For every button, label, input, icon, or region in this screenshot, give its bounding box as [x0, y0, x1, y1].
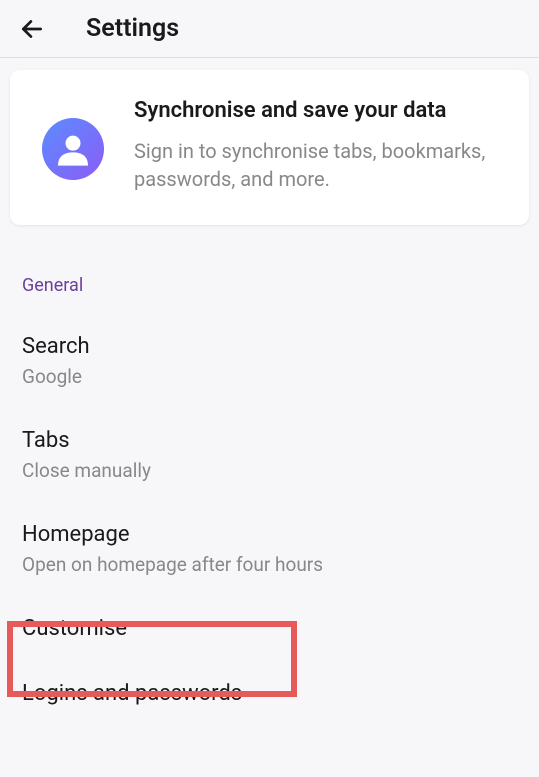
avatar-icon: [42, 118, 104, 180]
header: Settings: [0, 0, 539, 58]
setting-subtitle: Close manually: [22, 459, 517, 482]
setting-title: Tabs: [22, 428, 517, 453]
setting-title: Logins and passwords: [22, 681, 517, 706]
setting-title: Homepage: [22, 522, 517, 547]
section-header-general: General: [0, 237, 539, 314]
setting-item-search[interactable]: Search Google: [0, 314, 539, 408]
page-title: Settings: [86, 14, 179, 43]
setting-item-tabs[interactable]: Tabs Close manually: [0, 408, 539, 502]
setting-title: Search: [22, 334, 517, 359]
back-button[interactable]: [18, 15, 46, 43]
sync-text: Synchronise and save your data Sign in t…: [134, 98, 505, 193]
arrow-left-icon: [19, 16, 45, 42]
setting-item-customise[interactable]: Customise: [0, 596, 539, 661]
setting-subtitle: Open on homepage after four hours: [22, 553, 517, 576]
sync-card[interactable]: Synchronise and save your data Sign in t…: [10, 70, 529, 225]
setting-item-logins[interactable]: Logins and passwords: [0, 661, 539, 726]
setting-item-homepage[interactable]: Homepage Open on homepage after four hou…: [0, 502, 539, 596]
setting-title: Customise: [22, 616, 517, 641]
setting-subtitle: Google: [22, 365, 517, 388]
sync-subtitle: Sign in to synchronise tabs, bookmarks, …: [134, 137, 505, 193]
sync-title: Synchronise and save your data: [134, 98, 505, 123]
